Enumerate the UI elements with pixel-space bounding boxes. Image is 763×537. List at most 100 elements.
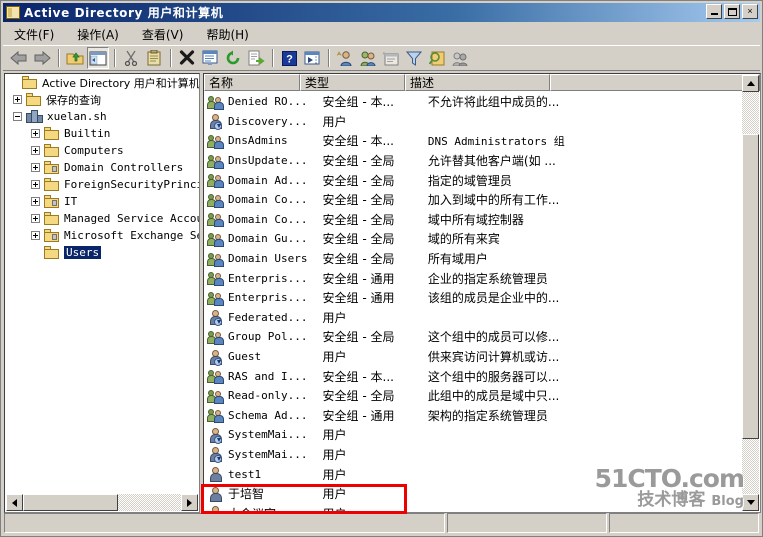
row-description: 域中所有域控制器: [427, 212, 524, 227]
export-list-icon[interactable]: [245, 47, 267, 69]
expander-plus-icon[interactable]: [31, 180, 40, 189]
group-icon: [207, 133, 224, 149]
expander-plus-icon[interactable]: [31, 129, 40, 138]
table-row[interactable]: RAS and I... 安全组 - 本... 这个组中的服务器可以...: [205, 366, 743, 386]
tree-node-label: Computers: [64, 144, 124, 157]
list-vertical-scrollbar[interactable]: [742, 75, 759, 511]
table-row[interactable]: Domain Gu... 安全组 - 全局 域的所有来宾: [205, 229, 743, 249]
expander-plus-icon[interactable]: [31, 163, 40, 172]
row-name: 于培智: [228, 487, 265, 502]
table-row[interactable]: SystemMai... 用户: [205, 445, 743, 465]
tree-node-it[interactable]: IT: [5, 193, 199, 210]
expander-plus-icon[interactable]: [31, 146, 40, 155]
scroll-up-button[interactable]: [742, 75, 759, 92]
table-row[interactable]: Read-only... 安全组 - 全局 此组中的成员是域中只...: [205, 386, 743, 406]
column-header-description[interactable]: 描述: [405, 74, 550, 91]
menu-action[interactable]: 操作(A): [73, 24, 128, 45]
run-icon[interactable]: [301, 47, 323, 69]
group-icon: [207, 211, 224, 228]
new-user-icon[interactable]: [334, 47, 356, 69]
table-row[interactable]: Domain Ad... 安全组 - 全局 指定的域管理员: [205, 170, 743, 190]
copy-icon[interactable]: [143, 47, 165, 69]
tree-node-foreign-security-principals[interactable]: ForeignSecurityPrincip: [5, 176, 199, 193]
tree-hscroll-track[interactable]: [23, 494, 181, 511]
table-row[interactable]: Denied RO... 安全组 - 本... 不允许将此组中成员的...: [205, 92, 743, 112]
show-hide-console-tree-icon[interactable]: [87, 47, 109, 69]
tree-node-builtin[interactable]: Builtin: [5, 125, 199, 142]
expander-minus-icon[interactable]: [13, 112, 22, 121]
filter-icon[interactable]: [403, 47, 425, 69]
column-header-blank[interactable]: [550, 74, 760, 91]
tree-node-label: Active Directory 用户和计算机: [42, 76, 199, 90]
tree-node-saved-queries[interactable]: 保存的查询: [5, 91, 199, 108]
delete-icon[interactable]: [176, 47, 198, 69]
tree-node-computers[interactable]: Computers: [5, 142, 199, 159]
table-row[interactable]: Guest 用户 供来宾访问计算机或访...: [205, 347, 743, 367]
row-description: 不允许将此组中成员的...: [427, 95, 560, 110]
expander-plus-icon[interactable]: [31, 197, 40, 206]
expander-plus-icon[interactable]: [31, 214, 40, 223]
table-row[interactable]: DnsAdmins 安全组 - 本... DNS Administrators …: [205, 131, 743, 151]
close-button[interactable]: ×: [742, 4, 758, 19]
tree-node-managed-service-accounts[interactable]: Managed Service Accour: [5, 210, 199, 227]
row-description: 允许替其他客户端(如 ...: [427, 154, 556, 169]
table-row[interactable]: Domain Users 安全组 - 全局 所有域用户: [205, 249, 743, 269]
table-row[interactable]: Enterpris... 安全组 - 通用 该组的成员是企业中的...: [205, 288, 743, 308]
list-vscroll-thumb[interactable]: [742, 134, 759, 439]
tree-hscroll-thumb[interactable]: [23, 494, 118, 511]
main-content: Active Directory 用户和计算机 保存的查询 xuelan.sh …: [4, 73, 761, 513]
table-row[interactable]: Discovery... 用户: [205, 112, 743, 132]
new-ou-icon[interactable]: [380, 47, 402, 69]
minimize-button[interactable]: [706, 4, 722, 19]
arrow-left-icon: [12, 498, 17, 507]
user-icon: [208, 446, 224, 464]
menu-file[interactable]: 文件(F): [10, 24, 63, 45]
help-icon[interactable]: ?: [278, 47, 300, 69]
row-type: 安全组 - 全局: [322, 193, 395, 208]
column-header-name[interactable]: 名称: [204, 74, 300, 91]
scroll-down-button[interactable]: [742, 494, 759, 511]
menu-view[interactable]: 查看(V): [138, 24, 193, 45]
user-icon: [208, 486, 224, 502]
row-type: 安全组 - 全局: [322, 212, 395, 227]
back-icon[interactable]: [8, 47, 30, 69]
group-icon: [207, 94, 224, 110]
table-row[interactable]: SystemMai... 用户: [205, 425, 743, 445]
table-row[interactable]: Domain Co... 安全组 - 全局 加入到域中的所有工作...: [205, 190, 743, 210]
tree-node-domain[interactable]: xuelan.sh: [5, 108, 199, 125]
forward-icon[interactable]: [31, 47, 53, 69]
table-row[interactable]: Schema Ad... 安全组 - 通用 架构的指定系统管理员: [205, 406, 743, 426]
table-row[interactable]: Enterpris... 安全组 - 通用 企业的指定系统管理员: [205, 268, 743, 288]
expander-plus-icon[interactable]: [13, 95, 22, 104]
refresh-icon[interactable]: [222, 47, 244, 69]
properties-icon[interactable]: [199, 47, 221, 69]
scroll-right-button[interactable]: [181, 494, 198, 511]
new-group-icon[interactable]: [357, 47, 379, 69]
table-row[interactable]: Domain Co... 安全组 - 全局 域中所有域控制器: [205, 210, 743, 230]
list-vscroll-track[interactable]: [742, 92, 759, 494]
row-name: Domain Co...: [228, 212, 308, 226]
tree-node-microsoft-exchange-security-groups[interactable]: Microsoft Exchange Sec: [5, 227, 199, 244]
maximize-button[interactable]: [724, 4, 740, 19]
menu-help[interactable]: 帮助(H): [202, 24, 257, 45]
saved-query-icon[interactable]: [449, 47, 471, 69]
cut-icon[interactable]: [120, 47, 142, 69]
row-name: Enterpris...: [228, 291, 308, 305]
scroll-left-button[interactable]: [6, 494, 23, 511]
tree-node-root[interactable]: Active Directory 用户和计算机: [5, 74, 199, 91]
table-row[interactable]: test1 用户: [205, 464, 743, 484]
up-one-level-icon[interactable]: [64, 47, 86, 69]
tree-node-users[interactable]: Users: [5, 244, 199, 261]
find-icon[interactable]: [426, 47, 448, 69]
table-row[interactable]: 大会议室 用户: [205, 503, 743, 512]
expander-plus-icon[interactable]: [31, 231, 40, 240]
table-row[interactable]: Group Pol... 安全组 - 全局 这个组中的成员可以修...: [205, 327, 743, 347]
table-row[interactable]: DnsUpdate... 安全组 - 全局 允许替其他客户端(如 ...: [205, 151, 743, 171]
svg-text:?: ?: [286, 53, 293, 65]
tree-node-domain-controllers[interactable]: Domain Controllers: [5, 159, 199, 176]
table-row[interactable]: 于培智 用户: [205, 484, 743, 504]
tree-node-label: ForeignSecurityPrincip: [64, 178, 199, 191]
tree-horizontal-scrollbar[interactable]: [6, 494, 198, 511]
table-row[interactable]: Federated... 用户: [205, 308, 743, 328]
column-header-type[interactable]: 类型: [300, 74, 405, 91]
